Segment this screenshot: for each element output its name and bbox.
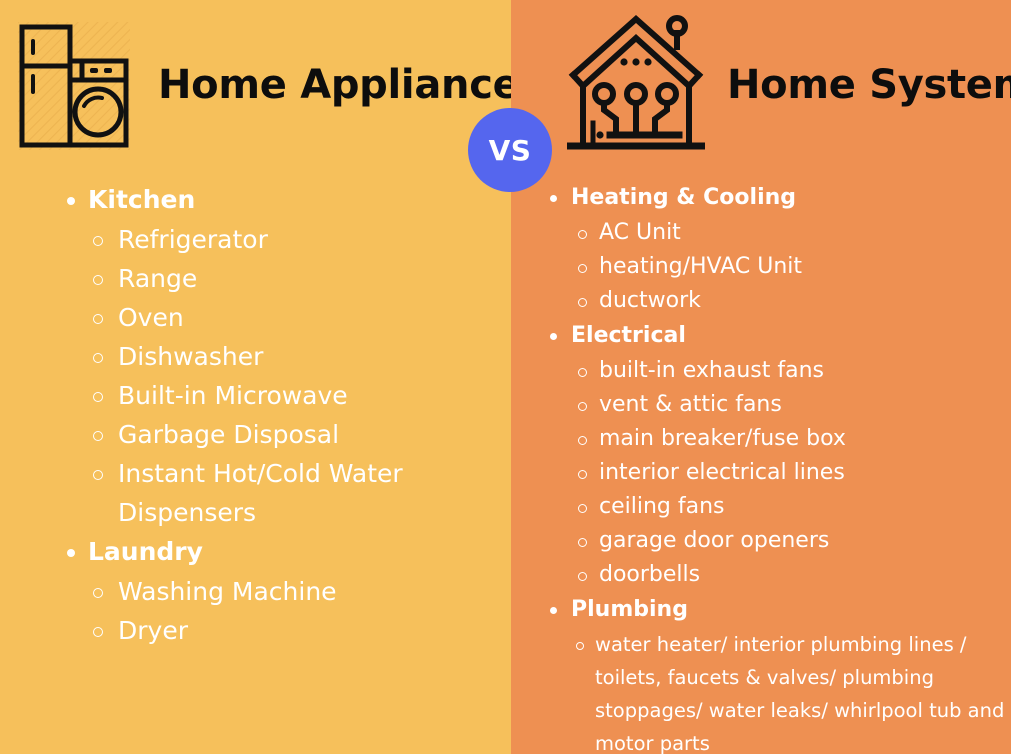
refrigerator-washing-machine-icon	[18, 22, 130, 150]
right-list: Heating & Cooling AC Unit heating/HVAC U…	[511, 170, 1011, 754]
list-item: Dishwasher	[62, 337, 511, 376]
left-sub-list-laundry: Washing Machine Dryer	[62, 572, 511, 650]
left-group-list: Kitchen Refrigerator Range Oven Dishwash…	[62, 180, 511, 650]
list-item: main breaker/fuse box	[545, 422, 1011, 456]
list-item: water heater/ interior plumbing lines / …	[545, 628, 1011, 754]
right-sub-list-plumbing: water heater/ interior plumbing lines / …	[545, 628, 1011, 754]
group-heading: Plumbing	[545, 592, 1011, 628]
list-item: doorbells	[545, 558, 1011, 592]
list-item: interior electrical lines	[545, 456, 1011, 490]
list-item: Built-in Microwave	[62, 376, 511, 415]
left-list: Kitchen Refrigerator Range Oven Dishwash…	[0, 170, 511, 650]
left-panel-header: Home Appliances	[0, 0, 543, 170]
list-item: Garbage Disposal	[62, 415, 511, 454]
left-group-kitchen: Kitchen Refrigerator Range Oven Dishwash…	[62, 180, 511, 532]
right-group-list: Heating & Cooling AC Unit heating/HVAC U…	[545, 180, 1011, 754]
list-item: ceiling fans	[545, 490, 1011, 524]
right-group-plumbing: Plumbing water heater/ interior plumbing…	[545, 592, 1011, 754]
comparison-infographic: Home Appliances Kitchen Refrigerator Ran…	[0, 0, 1011, 754]
list-item: Refrigerator	[62, 220, 511, 259]
left-group-laundry: Laundry Washing Machine Dryer	[62, 532, 511, 650]
panel-home-systems: Home Systems Heating & Cooling AC Unit h…	[511, 0, 1011, 754]
smart-home-circuit-icon	[567, 14, 705, 150]
right-panel-title: Home Systems	[727, 62, 1011, 108]
group-heading: Heating & Cooling	[545, 180, 1011, 216]
panel-home-appliances: Home Appliances Kitchen Refrigerator Ran…	[0, 0, 543, 754]
list-item: Instant Hot/Cold Water Dispensers	[62, 454, 511, 532]
group-heading: Electrical	[545, 318, 1011, 354]
list-item: Oven	[62, 298, 511, 337]
list-item: heating/HVAC Unit	[545, 250, 1011, 284]
group-heading: Laundry	[62, 532, 511, 572]
list-item: vent & attic fans	[545, 388, 1011, 422]
right-group-heating-cooling: Heating & Cooling AC Unit heating/HVAC U…	[545, 180, 1011, 318]
list-item: built-in exhaust fans	[545, 354, 1011, 388]
right-group-electrical: Electrical built-in exhaust fans vent & …	[545, 318, 1011, 592]
list-item: AC Unit	[545, 216, 1011, 250]
right-sub-list-heating-cooling: AC Unit heating/HVAC Unit ductwork	[545, 216, 1011, 318]
vs-badge: VS	[468, 108, 552, 192]
list-item: garage door openers	[545, 524, 1011, 558]
group-heading: Kitchen	[62, 180, 511, 220]
list-item: Range	[62, 259, 511, 298]
left-sub-list-kitchen: Refrigerator Range Oven Dishwasher Built…	[62, 220, 511, 532]
list-item: Dryer	[62, 611, 511, 650]
list-item: ductwork	[545, 284, 1011, 318]
right-sub-list-electrical: built-in exhaust fans vent & attic fans …	[545, 354, 1011, 592]
left-panel-title: Home Appliances	[158, 62, 543, 108]
list-item: Washing Machine	[62, 572, 511, 611]
right-panel-header: Home Systems	[511, 0, 1011, 170]
